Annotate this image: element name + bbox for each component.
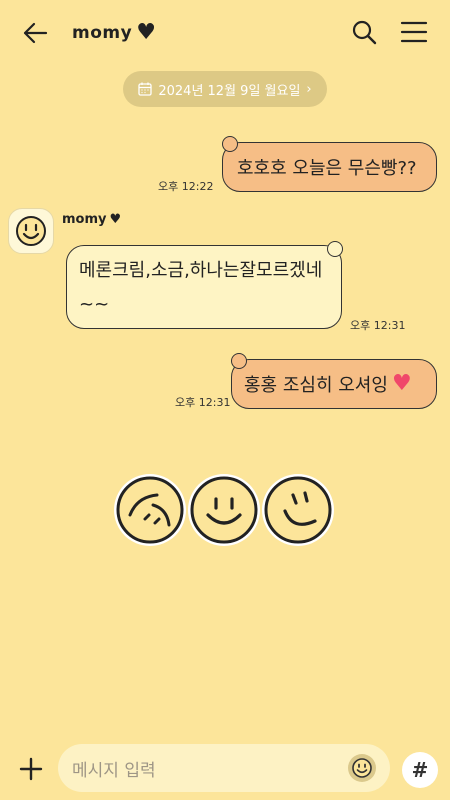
message-text: 홍홍 조심히 오셔잉 [244,375,388,396]
received-message-bubble[interactable]: 메론크림,소금,하나는잘모르겠네~~ [66,245,342,329]
message-time: 오후 12:22 [158,180,214,193]
arrow-left-icon [23,22,48,44]
sender-name: momy ♥ [62,212,121,227]
message-input-placeholder: 메시지 입력 [72,760,156,781]
bubble-face-decoration-icon [327,241,343,257]
smiley-tilted-right-icon [262,474,334,546]
avatar[interactable] [8,208,54,254]
emoji-button[interactable] [348,754,376,782]
heart-emoji-icon: ♥ [391,371,412,396]
attach-button[interactable] [16,754,46,784]
my-message-bubble[interactable]: 호호호 오늘은 무슨빵?? [222,142,437,192]
my-message-bubble[interactable]: 홍홍 조심히 오셔잉 ♥ [231,359,437,409]
sticker-message[interactable] [114,474,334,550]
hash-icon: # [411,758,429,782]
smiley-tilted-left-icon [114,474,186,546]
bubble-face-decoration-icon [231,353,247,369]
sender-name-text: momy [62,212,107,227]
hamburger-menu-icon [400,21,428,43]
chat-title: momy ♥ [72,18,156,48]
menu-button[interactable] [400,19,428,45]
search-icon [352,20,377,45]
back-button[interactable] [20,18,50,48]
message-input[interactable]: 메시지 입력 [58,744,390,792]
date-divider[interactable]: 2024년 12월 9일 월요일 › [123,71,327,107]
chat-title-text: momy [72,23,133,43]
message-text: 메론크림,소금,하나는잘모르겠네~~ [79,260,323,315]
search-button[interactable] [350,18,378,46]
smiley-icon [188,474,260,546]
message-text: 호호호 오늘은 무슨빵?? [237,158,417,179]
chevron-right-icon: › [306,81,312,97]
heart-icon: ♥ [109,212,122,227]
heart-icon: ♥ [136,20,157,45]
message-time: 오후 12:31 [350,319,406,332]
hashtag-search-button[interactable]: # [402,752,438,788]
calendar-icon [138,82,153,96]
date-label: 2024년 12월 9일 월요일 [158,83,301,99]
smiley-icon [352,758,372,778]
plus-icon [19,757,43,781]
smiley-avatar-icon [16,216,46,246]
message-time: 오후 12:31 [175,396,231,409]
bubble-face-decoration-icon [222,136,238,152]
